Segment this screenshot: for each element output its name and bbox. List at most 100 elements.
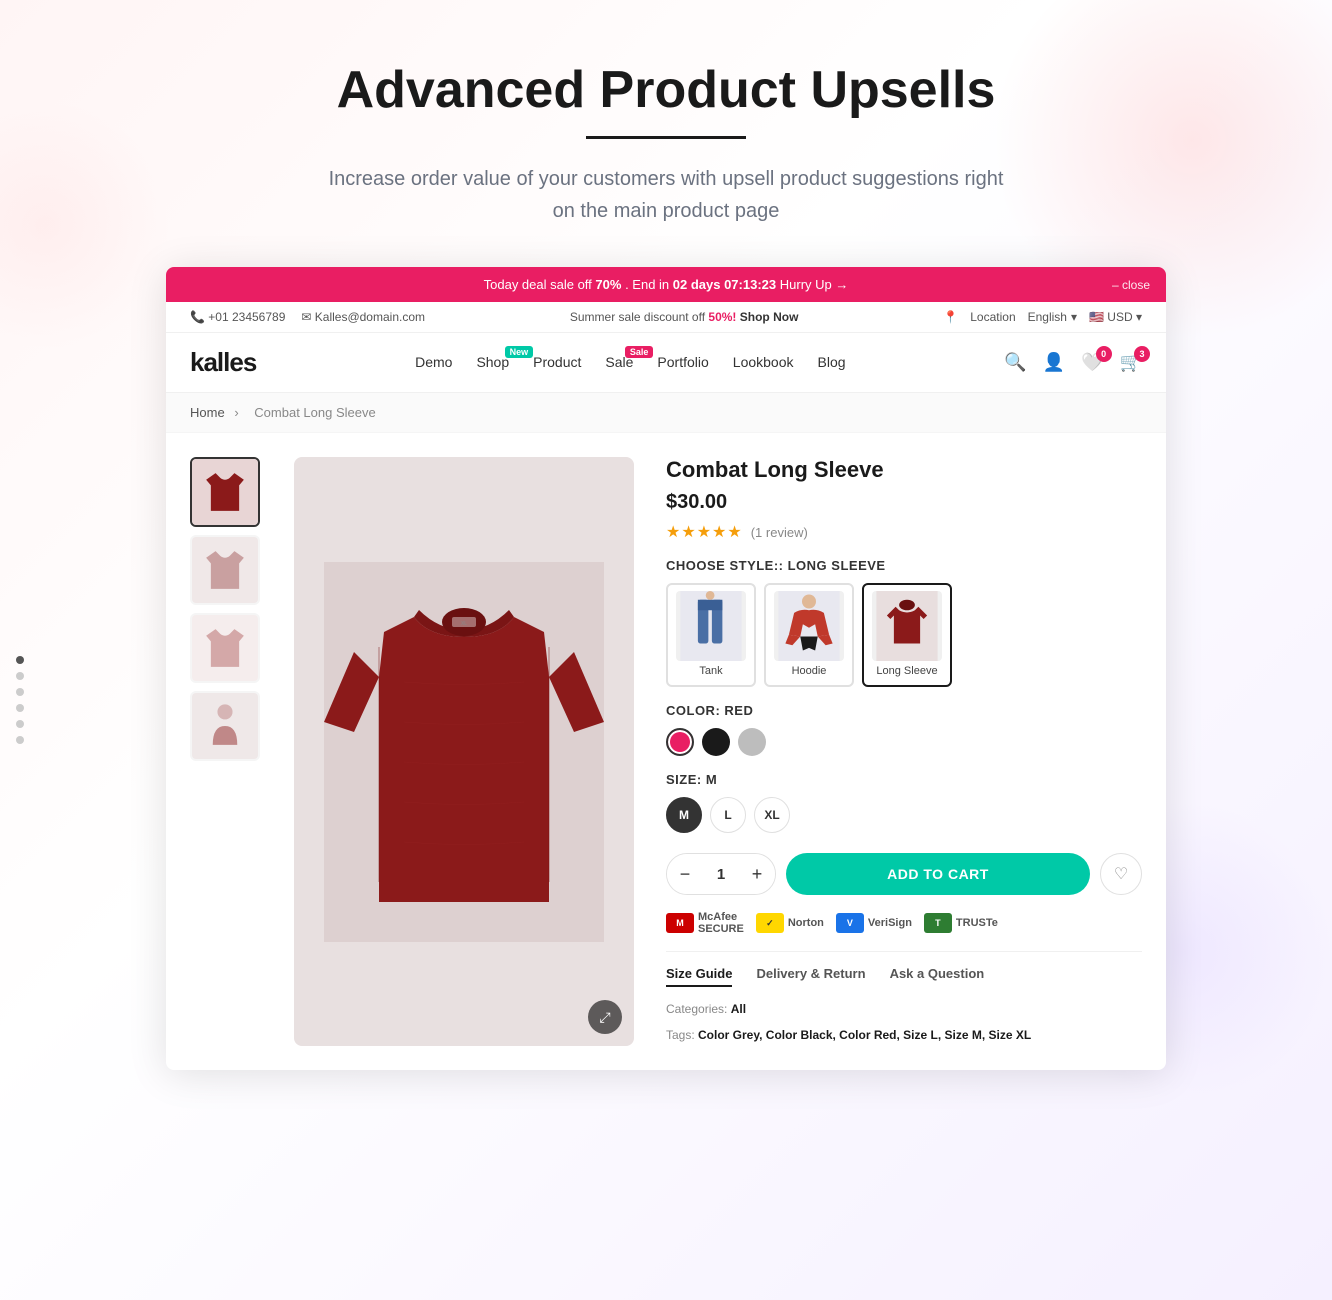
svg-text:XL: XL [461, 621, 467, 627]
truste-icon: T [924, 913, 952, 933]
product-rating: ★★★★★ (1 review) [666, 522, 1142, 542]
nav-item-blog[interactable]: Blog [818, 354, 846, 372]
style-hoodie-label: Hoodie [770, 665, 848, 677]
style-hoodie[interactable]: Hoodie [764, 583, 854, 687]
info-bar-right: 📍 Location English ▾ 🇺🇸 USD ▾ [943, 310, 1142, 324]
thumbnail-3[interactable] [190, 613, 260, 683]
discount-pct: 70% [595, 277, 621, 292]
breadcrumb-current: Combat Long Sleeve [254, 405, 375, 420]
announcement-bar: Today deal sale off 70% . End in 02 days… [166, 267, 1166, 302]
verisign-label: VeriSign [868, 917, 912, 929]
product-categories: Categories: All [666, 999, 1142, 1021]
nav-item-lookbook[interactable]: Lookbook [733, 354, 794, 372]
tags-value: Color Grey, Color Black, Color Red, Size… [698, 1028, 1031, 1042]
promo-text: Summer sale discount off 50%! Shop Now [570, 310, 799, 324]
norton-icon: ✓ [756, 913, 784, 933]
nav-item-demo[interactable]: Demo [415, 354, 452, 372]
trust-badges: M McAfeeSECURE ✓ Norton V VeriSign T TRU… [666, 911, 1142, 935]
dot-nav-6[interactable] [16, 736, 24, 744]
color-options [666, 728, 1142, 756]
product-price: $30.00 [666, 491, 1142, 514]
nav-links: Demo ShopNew Product SaleSale Portfolio … [415, 354, 845, 372]
qty-value: 1 [703, 866, 739, 883]
dot-nav-3[interactable] [16, 688, 24, 696]
trust-mcafee: M McAfeeSECURE [666, 911, 744, 935]
expand-image-button[interactable]: ⤢ [588, 1000, 622, 1034]
product-info: Combat Long Sleeve $30.00 ★★★★★ (1 revie… [666, 457, 1142, 1046]
hurry-text: Hurry Up → [780, 277, 849, 292]
quantity-control: − 1 + [666, 853, 776, 895]
language-selector[interactable]: English ▾ [1028, 310, 1077, 324]
thumbnail-4[interactable] [190, 691, 260, 761]
currency-selector[interactable]: 🇺🇸 USD ▾ [1089, 310, 1142, 324]
mcafee-label: McAfeeSECURE [698, 911, 744, 935]
nav-item-product[interactable]: Product [533, 354, 581, 372]
color-label: COLOR: RED [666, 703, 1142, 718]
announcement-close[interactable]: – close [1112, 278, 1150, 292]
dot-nav-2[interactable] [16, 672, 24, 680]
thumbnail-1[interactable] [190, 457, 260, 527]
qty-increase[interactable]: + [739, 853, 775, 895]
shop-window: Today deal sale off 70% . End in 02 days… [166, 267, 1166, 1070]
language-label: English [1028, 310, 1067, 324]
star-rating: ★★★★★ [666, 522, 743, 542]
tab-delivery-return[interactable]: Delivery & Return [756, 966, 865, 987]
qty-decrease[interactable]: − [667, 853, 703, 895]
breadcrumb: Home › Combat Long Sleeve [166, 393, 1166, 433]
nav-item-shop[interactable]: ShopNew [476, 354, 509, 372]
size-xl[interactable]: XL [754, 797, 790, 833]
info-bar-left: 📞 +01 23456789 ✉ Kalles@domain.com [190, 310, 425, 324]
truste-label: TRUSTe [956, 917, 998, 929]
style-tank[interactable]: Tank [666, 583, 756, 687]
countdown: 02 days 07:13:23 [673, 277, 776, 292]
wishlist-button[interactable]: ♡ [1100, 853, 1142, 895]
announcement-text: Today deal sale off 70% . End in 02 days… [484, 277, 849, 292]
promo-pct: 50%! [708, 310, 736, 324]
breadcrumb-separator: › [234, 405, 238, 420]
style-long-sleeve-label: Long Sleeve [868, 665, 946, 677]
search-icon[interactable]: 🔍 [1004, 352, 1026, 373]
size-m[interactable]: M [666, 797, 702, 833]
shop-now-link[interactable]: Shop Now [740, 310, 799, 324]
style-tank-label: Tank [672, 665, 750, 677]
color-red[interactable] [666, 728, 694, 756]
nav-item-portfolio[interactable]: Portfolio [657, 354, 708, 372]
size-label: SIZE: M [666, 772, 1142, 787]
account-icon[interactable]: 👤 [1043, 352, 1065, 373]
email-address: ✉ Kalles@domain.com [301, 310, 425, 324]
norton-label: Norton [788, 917, 824, 929]
color-grey[interactable] [738, 728, 766, 756]
product-name: Combat Long Sleeve [666, 457, 1142, 483]
dot-nav-1[interactable] [16, 656, 24, 664]
phone-number: 📞 +01 23456789 [190, 310, 285, 324]
trust-truste: T TRUSTe [924, 913, 998, 933]
style-long-sleeve[interactable]: Long Sleeve [862, 583, 952, 687]
location-icon: 📍 [943, 310, 958, 324]
cart-count: 3 [1134, 346, 1150, 362]
review-count: (1 review) [751, 525, 808, 540]
dot-nav-5[interactable] [16, 720, 24, 728]
verisign-icon: V [836, 913, 864, 933]
product-thumbnails [190, 457, 262, 1046]
thumbnail-2[interactable] [190, 535, 260, 605]
size-l[interactable]: L [710, 797, 746, 833]
color-black[interactable] [702, 728, 730, 756]
add-to-cart-button[interactable]: ADD TO CART [786, 853, 1090, 895]
sale-badge: Sale [625, 346, 654, 358]
logo[interactable]: kalles [190, 347, 256, 378]
wishlist-icon[interactable]: 🤍0 [1081, 352, 1103, 373]
location-label[interactable]: Location [970, 310, 1015, 324]
categories-value: All [731, 1002, 746, 1016]
hero-subtitle: Increase order value of your customers w… [316, 163, 1016, 227]
style-options: Tank [666, 583, 1142, 687]
product-tags: Tags: Color Grey, Color Black, Color Red… [666, 1025, 1142, 1047]
navbar: kalles Demo ShopNew Product SaleSale Por… [166, 333, 1166, 393]
product-section: XL ⤢ Combat Long Sleeve $30.00 ★★★★★ (1 … [166, 433, 1166, 1070]
nav-item-sale[interactable]: SaleSale [605, 354, 633, 372]
cart-icon[interactable]: 🛒3 [1120, 352, 1142, 373]
tab-ask-question[interactable]: Ask a Question [890, 966, 985, 987]
cart-row: − 1 + ADD TO CART ♡ [666, 853, 1142, 895]
dot-nav-4[interactable] [16, 704, 24, 712]
breadcrumb-home[interactable]: Home [190, 405, 225, 420]
tab-size-guide[interactable]: Size Guide [666, 966, 732, 987]
